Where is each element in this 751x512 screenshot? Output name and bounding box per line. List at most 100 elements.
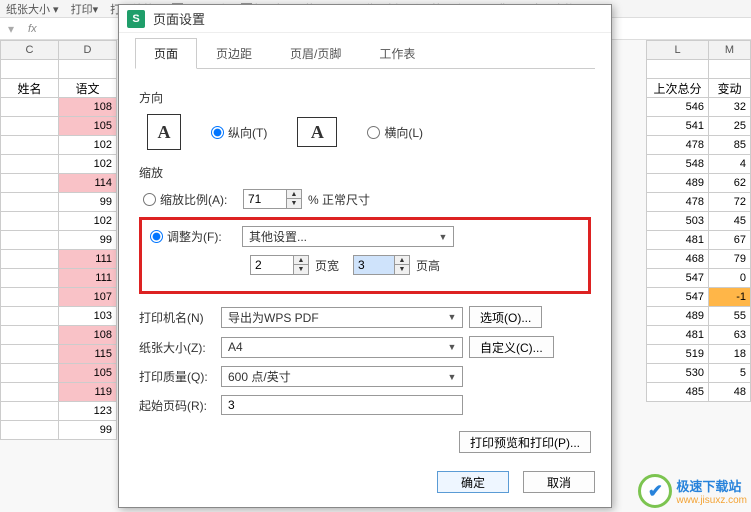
cell[interactable]: 103 [59,307,117,326]
cell[interactable]: 123 [59,402,117,421]
cell[interactable]: 99 [59,193,117,212]
tab-page[interactable]: 页面 [135,38,197,69]
landscape-radio[interactable]: 横向(L) [367,124,423,141]
cell[interactable] [1,155,59,174]
cell[interactable]: 489 [647,174,709,193]
cell[interactable]: 107 [59,288,117,307]
dialog-titlebar[interactable]: S 页面设置 [119,5,611,33]
cell[interactable]: 108 [59,98,117,117]
cell[interactable]: 4 [709,155,751,174]
cell[interactable]: 72 [709,193,751,212]
pages-wide-input[interactable] [251,256,293,274]
cell[interactable] [1,117,59,136]
cell[interactable]: 111 [59,269,117,288]
portrait-radio[interactable]: 纵向(T) [211,124,267,141]
start-page-input[interactable] [221,395,463,415]
pages-wide-spinner[interactable]: ▲▼ [250,255,309,275]
paper-size-menu[interactable]: 纸张大小 ▾ [6,1,59,17]
cell[interactable]: 114 [59,174,117,193]
cell[interactable] [1,269,59,288]
cell[interactable]: 481 [647,231,709,250]
col-header[interactable]: C [1,41,59,60]
cell[interactable]: 45 [709,212,751,231]
cell[interactable]: 547 [647,288,709,307]
cell[interactable]: 105 [59,117,117,136]
cell[interactable]: 99 [59,231,117,250]
cell[interactable] [1,326,59,345]
cell[interactable] [1,288,59,307]
cell[interactable]: 108 [59,326,117,345]
spin-up-icon[interactable]: ▲ [395,256,409,265]
cell[interactable]: 25 [709,117,751,136]
paper-size-combo[interactable]: A4▼ [221,337,463,358]
pages-tall-input[interactable] [354,256,394,274]
cell[interactable]: 541 [647,117,709,136]
custom-button[interactable]: 自定义(C)... [469,336,554,358]
cell[interactable]: 18 [709,345,751,364]
cell[interactable]: 115 [59,345,117,364]
adjust-to-radio[interactable]: 调整为(F): [150,228,236,245]
cell[interactable]: 48 [709,383,751,402]
cell[interactable]: 468 [647,250,709,269]
tab-sheet[interactable]: 工作表 [360,38,434,69]
cell[interactable]: 79 [709,250,751,269]
cell[interactable] [1,307,59,326]
print-area-menu[interactable]: 打印▾ [71,1,99,17]
cell[interactable]: 63 [709,326,751,345]
cell[interactable]: 548 [647,155,709,174]
tab-header-footer[interactable]: 页眉/页脚 [271,38,360,69]
scale-ratio-spinner[interactable]: ▲▼ [243,189,302,209]
cell[interactable]: 489 [647,307,709,326]
cell[interactable]: 519 [647,345,709,364]
cell[interactable]: 111 [59,250,117,269]
options-button[interactable]: 选项(O)... [469,306,542,328]
cell[interactable]: 32 [709,98,751,117]
cell[interactable]: 0 [709,269,751,288]
cancel-button[interactable]: 取消 [523,471,595,493]
cell[interactable] [1,345,59,364]
cell[interactable] [1,402,59,421]
scale-ratio-radio[interactable]: 缩放比例(A): [143,191,237,208]
spin-up-icon[interactable]: ▲ [287,190,301,199]
spin-down-icon[interactable]: ▼ [294,265,308,274]
spin-down-icon[interactable]: ▼ [287,199,301,208]
cell[interactable]: 546 [647,98,709,117]
cell[interactable] [1,250,59,269]
col-header[interactable]: L [647,41,709,60]
cell[interactable]: 478 [647,193,709,212]
cell[interactable] [1,193,59,212]
pages-tall-spinner[interactable]: ▲▼ [353,255,410,275]
cell[interactable]: 102 [59,155,117,174]
cell[interactable]: 481 [647,326,709,345]
cell[interactable] [1,421,59,440]
cell[interactable]: 5 [709,364,751,383]
print-preview-button[interactable]: 打印预览和打印(P)... [459,431,591,453]
cell[interactable]: 55 [709,307,751,326]
cell[interactable]: 547 [647,269,709,288]
cell[interactable] [1,98,59,117]
printer-combo[interactable]: 导出为WPS PDF▼ [221,307,463,328]
cell[interactable] [1,136,59,155]
cell[interactable]: -1 [709,288,751,307]
cell[interactable]: 105 [59,364,117,383]
cell[interactable] [1,231,59,250]
cell[interactable]: 99 [59,421,117,440]
col-header[interactable]: D [59,41,117,60]
cell[interactable]: 67 [709,231,751,250]
scale-ratio-input[interactable] [244,190,286,208]
cell[interactable]: 62 [709,174,751,193]
cell[interactable]: 485 [647,383,709,402]
quality-combo[interactable]: 600 点/英寸▼ [221,366,463,387]
cell[interactable]: 503 [647,212,709,231]
cell[interactable]: 530 [647,364,709,383]
cell[interactable]: 85 [709,136,751,155]
cell[interactable]: 102 [59,212,117,231]
tab-margins[interactable]: 页边距 [197,38,271,69]
ok-button[interactable]: 确定 [437,471,509,493]
other-settings-combo[interactable]: 其他设置...▼ [242,226,454,247]
cell[interactable]: 119 [59,383,117,402]
cell[interactable]: 478 [647,136,709,155]
col-header[interactable]: M [709,41,751,60]
spin-down-icon[interactable]: ▼ [395,265,409,274]
cell[interactable]: 102 [59,136,117,155]
